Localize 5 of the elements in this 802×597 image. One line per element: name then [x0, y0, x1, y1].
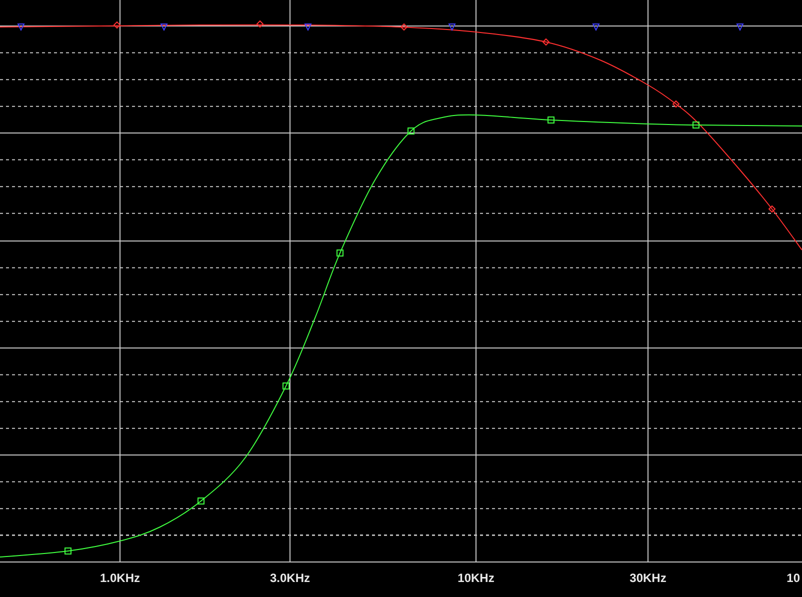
- axis-tick-label: 3.0KHz: [270, 571, 310, 585]
- axis-tick-label: 30KHz: [630, 571, 666, 585]
- axis-tick-label: 10: [786, 571, 800, 585]
- axis-tick-label: 10KHz: [458, 571, 494, 585]
- axis-tick-label: 1.0KHz: [100, 571, 140, 585]
